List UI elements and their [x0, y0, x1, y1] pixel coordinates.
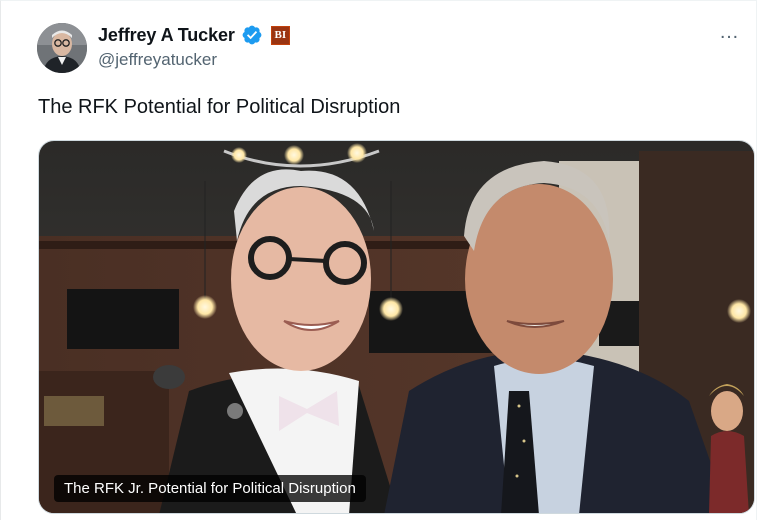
tweet-card[interactable]: Jeffrey A Tucker BI @jeffreyatucker … Th…	[0, 0, 757, 520]
more-options-icon[interactable]: …	[719, 21, 740, 44]
photo-image	[39, 141, 754, 513]
tweet-text: The RFK Potential for Political Disrupti…	[38, 96, 401, 118]
avatar-image	[37, 23, 87, 73]
author-handle[interactable]: @jeffreyatucker	[98, 50, 217, 70]
verified-badge-icon[interactable]	[241, 24, 263, 46]
media-caption: The RFK Jr. Potential for Political Disr…	[54, 475, 366, 502]
author-avatar[interactable]	[37, 23, 87, 73]
tweet-media-photo[interactable]: The RFK Jr. Potential for Political Disr…	[38, 140, 755, 514]
author-display-name[interactable]: Jeffrey A Tucker	[98, 25, 235, 46]
author-name-row: Jeffrey A Tucker BI	[98, 23, 290, 47]
affiliation-badge[interactable]: BI	[270, 25, 290, 45]
